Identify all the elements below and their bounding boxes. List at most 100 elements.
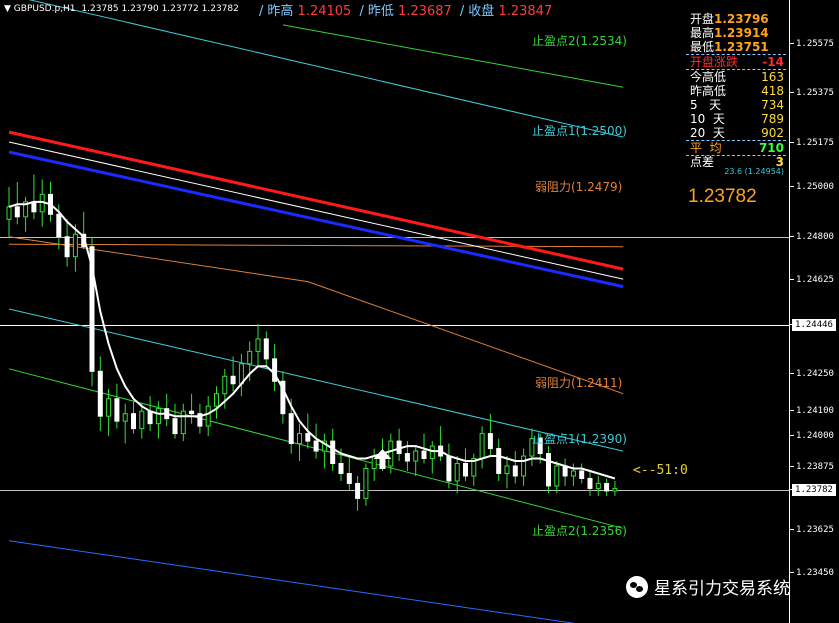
spread-sub-value: 23.6 (1.24954)	[724, 167, 784, 176]
prev-close-label: 收盘	[468, 4, 495, 19]
d20-value: 902	[761, 126, 784, 140]
open-row: 开盘 1.23796	[686, 12, 786, 26]
watermark-text: 星系引力交易系统	[654, 579, 790, 599]
tick-mark	[790, 42, 794, 44]
tick-label: 1.23450	[796, 568, 834, 579]
d10-label: 10 天	[690, 112, 725, 126]
candle-body	[355, 482, 361, 499]
tick-label: 1.24100	[796, 406, 834, 417]
price-axis-tick: 1.25000	[790, 181, 839, 193]
avg-row: 平 均 710	[686, 141, 786, 156]
tick-mark	[790, 435, 794, 437]
channel-band-line	[28, 0, 624, 138]
candle-body	[346, 472, 352, 484]
candle-body	[446, 455, 452, 482]
candle-body	[595, 482, 601, 489]
chart-canvas[interactable]	[0, 0, 789, 623]
tick-mark	[790, 142, 794, 144]
candle-body	[106, 398, 112, 417]
level-label-tp2-bottom: 止盈点2(1.2356)	[532, 524, 627, 538]
price-axis-tick: 1.23875	[790, 461, 839, 473]
d5-row: 5 天 734	[686, 98, 786, 112]
yest-range-row: 昨高低 418	[686, 84, 786, 98]
open-value: 1.23796	[714, 12, 769, 26]
candle-body	[413, 450, 419, 462]
level-label-tp1-top: 止盈点1(1.2500)	[532, 124, 627, 138]
price-axis-tick: 1.24800	[790, 231, 839, 243]
candle-body	[521, 455, 527, 477]
level-label-tp2-top: 止盈点2(1.2534)	[532, 34, 627, 48]
candle-body	[496, 448, 502, 474]
prev-low-value: 1.23687	[398, 4, 452, 19]
candle-body	[214, 393, 219, 407]
tick-mark	[790, 372, 794, 374]
channel-band-line	[8, 243, 624, 248]
tick-label: 1.24800	[796, 231, 834, 242]
tick-mark	[790, 466, 794, 468]
candle-body	[205, 405, 211, 427]
low-label: 最低	[690, 40, 715, 54]
prev-low-label: 昨低	[367, 4, 394, 19]
tick-mark	[790, 92, 794, 94]
candle-body	[139, 410, 145, 430]
low-value: 1.23751	[714, 40, 769, 54]
candle-body	[512, 465, 518, 477]
candle-body	[313, 440, 319, 452]
tick-mark	[790, 279, 794, 281]
yest-range-label: 昨高低	[690, 84, 727, 98]
candle-body	[454, 463, 460, 482]
watermark: 星系引力交易系统	[626, 574, 790, 604]
candle-body	[363, 467, 369, 499]
spread-sub-row: 23.6 (1.24954)	[686, 167, 786, 177]
tick-label: 1.25000	[796, 181, 834, 192]
d20-label: 20 天	[690, 126, 725, 140]
header-arrow-icon: ▼	[4, 4, 11, 14]
candle-body	[131, 413, 136, 430]
moving-average-white	[8, 200, 616, 480]
candle-body	[388, 440, 394, 467]
prev-high-label: 昨高	[267, 4, 294, 19]
price-axis-tick: 1.25175	[790, 137, 839, 149]
candlestick-chart[interactable]	[0, 0, 789, 623]
candle-body	[463, 463, 468, 477]
change-value: -14	[762, 55, 784, 69]
candle-body	[288, 413, 294, 445]
channel-band-line	[8, 540, 576, 623]
price-axis-tick: 1.25575	[790, 38, 839, 50]
tick-label: 1.24250	[796, 368, 834, 379]
candle-body	[263, 338, 269, 360]
avg-value: 710	[758, 141, 784, 155]
candle-body	[338, 463, 344, 474]
candle-body	[554, 465, 560, 487]
price-axis[interactable]: 1.25575 1.25375 1.25175 1.25000 1.24800 1.246…	[789, 0, 839, 623]
current-price-display: 1.23782	[688, 186, 757, 207]
tick-mark	[790, 528, 794, 530]
d10-row: 10 天 789	[686, 112, 786, 126]
price-axis-tick: 1.23625	[790, 524, 839, 536]
candle-body	[172, 418, 178, 435]
candle-body	[570, 470, 576, 477]
candle-body	[155, 408, 161, 425]
candle-body	[147, 410, 153, 425]
avg-label: 平 均	[690, 141, 722, 155]
candle-body	[180, 410, 186, 435]
candle-body	[579, 470, 585, 479]
tick-label: 1.24625	[796, 275, 834, 286]
candle-body	[562, 465, 568, 477]
quick-stats: / 昨高 1.24105 /昨低 1.23687 /收盘 1.23847	[259, 4, 553, 19]
tick-mark	[790, 410, 794, 412]
symbol-label: GBPUSD.p,H1	[13, 4, 76, 14]
level-label-resistance-top: 弱阻力(1.2479)	[535, 180, 623, 194]
axis-price-box-line: 1.24446	[792, 318, 836, 331]
tick-label: 1.25175	[796, 138, 834, 149]
candle-body	[330, 440, 336, 465]
level-label-resistance-mid: 弱阻力(1.2411)	[535, 376, 623, 390]
candle-body	[604, 482, 610, 492]
axis-price-box-current: 1.23782	[792, 484, 836, 497]
today-range-row: 今高低 163	[686, 70, 786, 84]
candle-body	[479, 433, 485, 460]
stats-panel: 开盘 1.23796 最高 1.23914 最低 1.23751 开盘涨跌 -14 今高…	[686, 12, 786, 177]
tick-mark	[790, 572, 794, 574]
candle-body	[97, 370, 103, 417]
candle-body	[404, 453, 410, 462]
